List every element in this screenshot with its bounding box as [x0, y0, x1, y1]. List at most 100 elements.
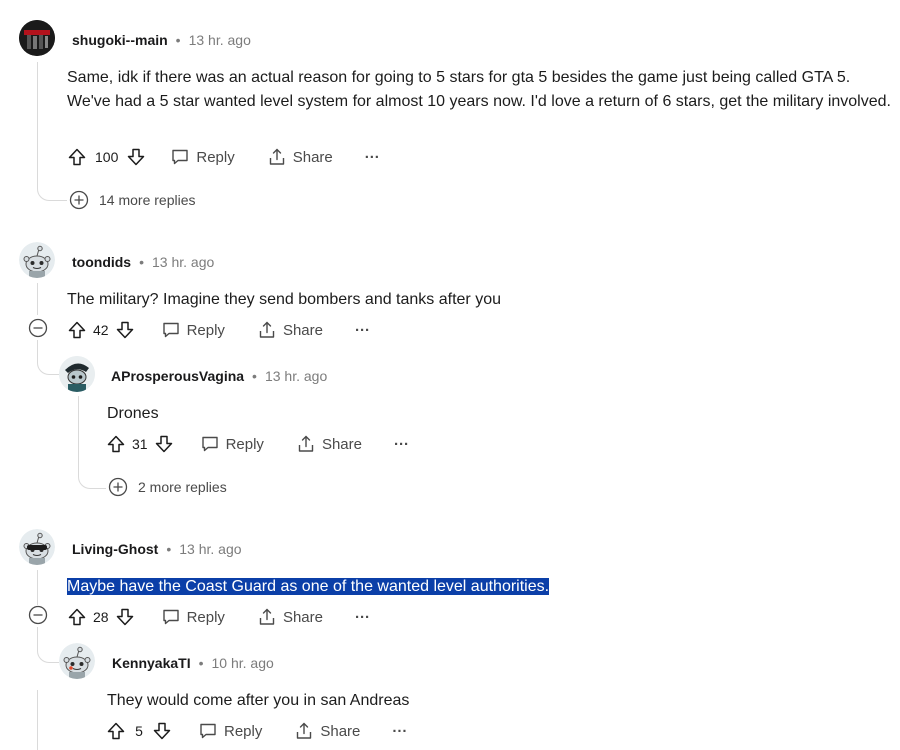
- more-replies-button[interactable]: 2 more replies: [108, 477, 227, 497]
- comment-actions: 5 Reply Share ···: [106, 719, 407, 743]
- comment-header: toondids • 13 hr. ago: [72, 254, 214, 270]
- separator-dot: •: [175, 32, 181, 48]
- upvote-icon[interactable]: [67, 607, 87, 627]
- upvote-icon[interactable]: [67, 320, 87, 340]
- username[interactable]: shugoki--main: [72, 32, 168, 48]
- share-icon: [296, 434, 316, 454]
- downvote-icon[interactable]: [126, 147, 146, 167]
- reply-button[interactable]: Reply: [161, 607, 225, 627]
- reply-label: Reply: [186, 321, 225, 339]
- downvote-icon[interactable]: [115, 607, 135, 627]
- separator-dot: •: [252, 368, 257, 384]
- reply-button[interactable]: Reply: [161, 320, 225, 340]
- more-options-button[interactable]: ···: [365, 149, 380, 166]
- timestamp[interactable]: 13 hr. ago: [152, 254, 214, 270]
- vote-group: 100: [67, 147, 146, 167]
- comment-header: AProsperousVagina • 13 hr. ago: [111, 368, 327, 384]
- comment-actions: 42 Reply Share ···: [67, 318, 370, 342]
- downvote-icon[interactable]: [152, 721, 172, 741]
- timestamp[interactable]: 10 hr. ago: [212, 655, 274, 671]
- snoo-avatar-icon: [59, 643, 95, 679]
- more-replies-button[interactable]: 14 more replies: [69, 190, 196, 210]
- reply-icon: [161, 320, 181, 340]
- comment-header: shugoki--main • 13 hr. ago: [72, 32, 251, 48]
- more-options-icon: ···: [364, 148, 380, 166]
- expand-plus-icon: [69, 190, 89, 210]
- selected-text[interactable]: Maybe have the Coast Guard as one of the…: [67, 578, 550, 595]
- share-label: Share: [321, 435, 362, 453]
- vote-group: 5: [106, 721, 172, 741]
- comment-body: Maybe have the Coast Guard as one of the…: [67, 575, 550, 599]
- comment-body: They would come after you in san Andreas: [107, 692, 410, 709]
- vote-group: 31: [106, 434, 174, 454]
- thread-elbow: [37, 635, 59, 663]
- collapse-thread-icon[interactable]: [28, 605, 48, 625]
- thread-line: [37, 283, 38, 315]
- upvote-icon[interactable]: [67, 147, 87, 167]
- downvote-icon[interactable]: [115, 320, 135, 340]
- comment-body: Drones: [107, 405, 159, 422]
- thread-elbow: [37, 347, 59, 375]
- more-options-button[interactable]: ···: [392, 723, 407, 740]
- timestamp[interactable]: 13 hr. ago: [189, 32, 251, 48]
- more-options-icon: ···: [354, 321, 370, 339]
- share-button[interactable]: Share: [296, 434, 362, 454]
- share-icon: [294, 721, 314, 741]
- more-options-button[interactable]: ···: [355, 609, 370, 626]
- share-button[interactable]: Share: [267, 147, 333, 167]
- vote-group: 28: [67, 607, 135, 627]
- reply-icon: [200, 434, 220, 454]
- more-options-button[interactable]: ···: [394, 436, 409, 453]
- share-button[interactable]: Share: [257, 320, 323, 340]
- share-label: Share: [282, 608, 323, 626]
- reply-button[interactable]: Reply: [200, 434, 264, 454]
- vote-group: 42: [67, 320, 135, 340]
- comment-body: Same, idk if there was an actual reason …: [67, 69, 891, 110]
- share-button[interactable]: Share: [294, 721, 360, 741]
- comment-header: Living-Ghost • 13 hr. ago: [72, 541, 242, 557]
- reply-icon: [161, 607, 181, 627]
- reply-button[interactable]: Reply: [170, 147, 235, 167]
- avatar[interactable]: [19, 529, 55, 565]
- timestamp[interactable]: 13 hr. ago: [179, 541, 241, 557]
- share-button[interactable]: Share: [257, 607, 323, 627]
- separator-dot: •: [198, 655, 204, 671]
- snoo-avatar-icon: [19, 529, 55, 565]
- snoo-avatar-icon: [19, 242, 55, 278]
- thread-line: [78, 396, 79, 474]
- upvote-icon[interactable]: [106, 721, 126, 741]
- reply-label: Reply: [225, 435, 264, 453]
- upvote-icon[interactable]: [106, 434, 126, 454]
- more-options-button[interactable]: ···: [355, 322, 370, 339]
- share-icon: [257, 607, 277, 627]
- thread-line: [37, 690, 38, 750]
- timestamp[interactable]: 13 hr. ago: [265, 368, 327, 384]
- reply-button[interactable]: Reply: [198, 721, 262, 741]
- separator-dot: •: [139, 254, 145, 270]
- comment-actions: 31 Reply Share ···: [106, 432, 409, 456]
- avatar[interactable]: [19, 20, 55, 56]
- more-replies-label: 14 more replies: [99, 192, 196, 208]
- avatar-image-icon: [59, 356, 95, 392]
- reply-label: Reply: [186, 608, 225, 626]
- avatar[interactable]: [59, 643, 95, 679]
- comment-body: The military? Imagine they send bombers …: [67, 291, 501, 308]
- username[interactable]: toondids: [72, 254, 131, 270]
- avatar[interactable]: [59, 356, 95, 392]
- vote-count: 42: [93, 322, 109, 338]
- share-label: Share: [320, 722, 361, 740]
- more-replies-label: 2 more replies: [138, 479, 227, 495]
- vote-count: 5: [135, 723, 143, 739]
- vote-count: 100: [95, 149, 119, 165]
- avatar[interactable]: [19, 242, 55, 278]
- downvote-icon[interactable]: [154, 434, 174, 454]
- thread-line: [37, 570, 38, 605]
- username[interactable]: KennyakaTI: [112, 655, 191, 671]
- vote-count: 28: [93, 609, 109, 625]
- username[interactable]: Living-Ghost: [72, 541, 158, 557]
- comment-header: KennyakaTI • 10 hr. ago: [112, 655, 274, 671]
- collapse-thread-icon[interactable]: [28, 318, 48, 338]
- thread-elbow: [78, 473, 106, 489]
- separator-dot: •: [166, 541, 172, 557]
- username[interactable]: AProsperousVagina: [111, 368, 244, 384]
